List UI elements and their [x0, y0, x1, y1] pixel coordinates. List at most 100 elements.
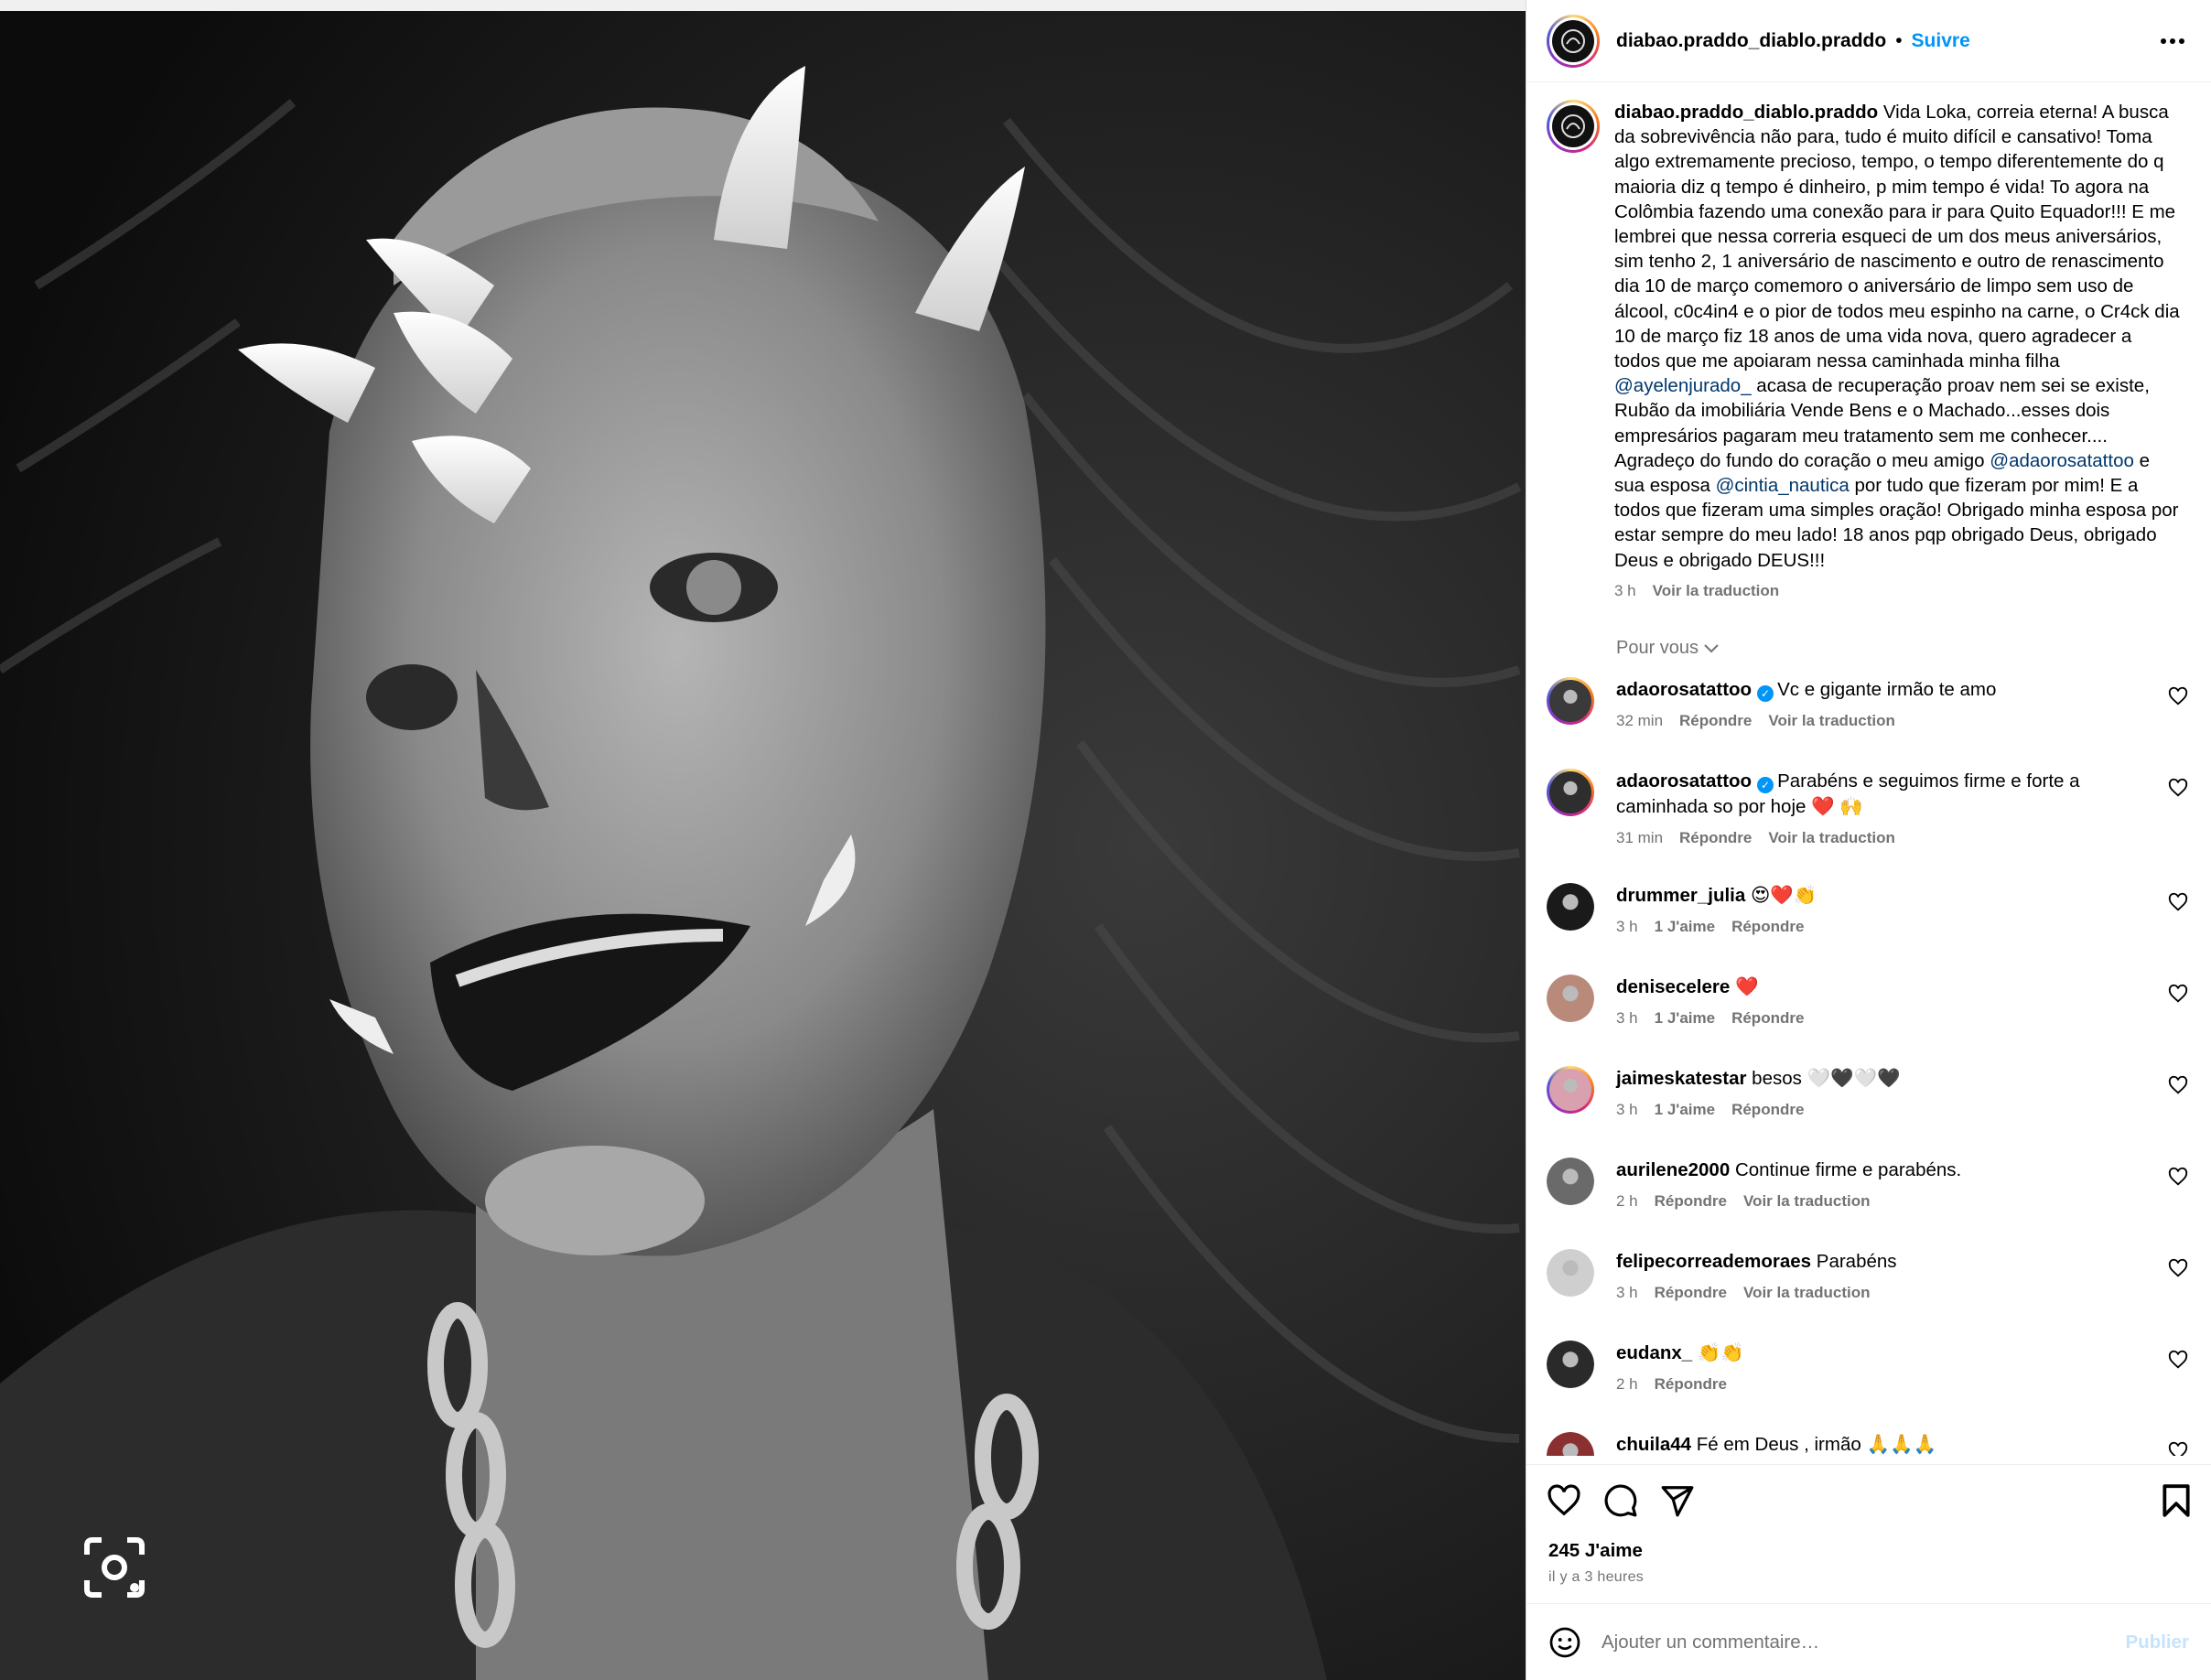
comment-item: felipecorreademoraes Parabéns 3 h Répondre… — [1547, 1249, 2192, 1302]
translate-link[interactable]: Voir la traduction — [1743, 1284, 1871, 1302]
comment-message: Fé em Deus , irmão 🙏🙏🙏 — [1696, 1434, 1937, 1455]
post-media[interactable] — [0, 0, 1526, 1680]
reply-button[interactable]: Répondre — [1655, 1284, 1727, 1302]
comment-sort-dropdown[interactable]: Pour vous — [1616, 638, 1719, 659]
comment-like-heart-icon[interactable] — [2168, 892, 2188, 912]
reply-button[interactable]: Répondre — [1679, 712, 1752, 730]
comment-likes[interactable]: 1 J'aime — [1655, 1009, 1715, 1028]
commenter-username[interactable]: eudanx_ — [1616, 1342, 1692, 1363]
comment-icon[interactable] — [1603, 1483, 1638, 1518]
comment-text: felipecorreademoraes Parabéns — [1616, 1249, 2147, 1275]
author-username[interactable]: diabao.praddo_diablo.praddo — [1616, 30, 1886, 52]
author-avatar[interactable] — [1547, 14, 1600, 68]
caption-time[interactable]: 3 h — [1614, 582, 1636, 600]
post-actions: 245 J'aime il y a 3 heures — [1526, 1464, 2211, 1601]
comment-body: jaimeskatestar besos 🤍🖤🤍🖤 3 h 1 J'aime Répo… — [1616, 1066, 2147, 1119]
commenter-avatar[interactable] — [1547, 769, 1594, 816]
comment-time[interactable]: 3 h — [1616, 1009, 1638, 1028]
commenter-username[interactable]: aurilene2000 — [1616, 1159, 1730, 1180]
commenter-avatar[interactable] — [1547, 1432, 1594, 1456]
comment-meta: 31 min Répondre Voir la traduction — [1616, 829, 2147, 847]
caption-mention[interactable]: @adaorosatattoo — [1990, 450, 2134, 471]
emoji-icon[interactable] — [1548, 1626, 1581, 1659]
commenter-avatar[interactable] — [1547, 1341, 1594, 1388]
comment-like-heart-icon[interactable] — [2168, 686, 2188, 706]
follow-button[interactable]: Suivre — [1912, 30, 1970, 52]
comment-message: ❤️ — [1734, 976, 1759, 997]
reply-button[interactable]: Répondre — [1655, 1192, 1727, 1211]
comment-like-heart-icon[interactable] — [2168, 778, 2188, 798]
translate-link[interactable]: Voir la traduction — [1743, 1192, 1871, 1211]
comment-time[interactable]: 3 h — [1616, 1101, 1638, 1119]
commenter-username[interactable]: adaorosatattoo — [1616, 770, 1752, 792]
comment-message: 😍❤️👏 — [1750, 885, 1817, 906]
comment-time[interactable]: 3 h — [1616, 1284, 1638, 1302]
media-top-strip — [0, 0, 1526, 11]
commenter-avatar-photo — [1549, 680, 1591, 722]
commenter-avatar-photo — [1547, 883, 1594, 931]
comment-time[interactable]: 32 min — [1616, 712, 1663, 730]
comment-input[interactable] — [1602, 1631, 2077, 1653]
comment-time[interactable]: 31 min — [1616, 829, 1663, 847]
comment-message: besos 🤍🖤🤍🖤 — [1752, 1068, 1901, 1089]
comment-like-heart-icon[interactable] — [2168, 1075, 2188, 1095]
caption-translate-link[interactable]: Voir la traduction — [1653, 582, 1780, 600]
translate-link[interactable]: Voir la traduction — [1768, 712, 1895, 730]
comment-time[interactable]: 2 h — [1616, 1375, 1638, 1394]
translate-link[interactable]: Voir la traduction — [1768, 829, 1895, 847]
comment-time[interactable]: 2 h — [1616, 1192, 1638, 1211]
comment-item: adaorosatattoo ✓ Parabéns e seguimos firme… — [1547, 769, 2192, 847]
commenter-username[interactable]: adaorosatattoo — [1616, 679, 1752, 700]
comment-sort-label: Pour vous — [1616, 638, 1699, 658]
reply-button[interactable]: Répondre — [1655, 1375, 1727, 1394]
caption-mention[interactable]: @ayelenjurado_ — [1614, 375, 1752, 396]
commenter-avatar[interactable] — [1547, 1066, 1594, 1114]
comment-body: felipecorreademoraes Parabéns 3 h Répondre… — [1616, 1249, 2147, 1302]
comment-body: chuila44 Fé em Deus , irmão 🙏🙏🙏 — [1616, 1432, 2147, 1456]
commenter-username[interactable]: drummer_julia — [1616, 885, 1745, 906]
caption-author-avatar[interactable] — [1547, 100, 1600, 153]
caption-meta: 3 h Voir la traduction — [1614, 582, 2182, 600]
reply-button[interactable]: Répondre — [1731, 1009, 1804, 1028]
commenter-username[interactable]: felipecorreademoraes — [1616, 1251, 1811, 1272]
image-search-lens-button[interactable] — [75, 1528, 154, 1607]
likes-count[interactable]: 245 J'aime — [1548, 1540, 1643, 1562]
comment-like-heart-icon[interactable] — [2168, 984, 2188, 1004]
comment-meta: 3 h 1 J'aime Répondre — [1616, 1101, 2147, 1119]
reply-button[interactable]: Répondre — [1731, 1101, 1804, 1119]
post-header: diabao.praddo_diablo.praddo • Suivre — [1526, 0, 2211, 82]
commenter-avatar[interactable] — [1547, 883, 1594, 931]
comment-text: jaimeskatestar besos 🤍🖤🤍🖤 — [1616, 1066, 2147, 1092]
comment-like-heart-icon[interactable] — [2168, 1258, 2188, 1278]
comment-like-heart-icon[interactable] — [2168, 1441, 2188, 1456]
more-horizontal-icon — [2161, 38, 2184, 44]
caption-username[interactable]: diabao.praddo_diablo.praddo — [1614, 102, 1878, 123]
bookmark-icon[interactable] — [2160, 1483, 2193, 1518]
comments-scroll-area[interactable]: diabao.praddo_diablo.praddo Vida Loka, c… — [1526, 83, 2211, 1456]
comment-text: denisecelere ❤️ — [1616, 975, 2147, 1000]
comment-message: Vc e gigante irmão te amo — [1777, 679, 1997, 700]
comment-likes[interactable]: 1 J'aime — [1655, 918, 1715, 936]
commenter-avatar-photo — [1547, 1341, 1594, 1388]
commenter-avatar[interactable] — [1547, 677, 1594, 725]
comment-time[interactable]: 3 h — [1616, 918, 1638, 936]
heart-icon[interactable] — [1547, 1483, 1581, 1518]
comment-like-heart-icon[interactable] — [2168, 1350, 2188, 1370]
comment-like-heart-icon[interactable] — [2168, 1167, 2188, 1187]
commenter-avatar[interactable] — [1547, 1158, 1594, 1205]
send-icon[interactable] — [1660, 1483, 1695, 1518]
commenter-avatar[interactable] — [1547, 975, 1594, 1022]
reply-button[interactable]: Répondre — [1731, 918, 1804, 936]
comment-likes[interactable]: 1 J'aime — [1655, 1101, 1715, 1119]
commenter-avatar-photo — [1549, 1069, 1591, 1111]
publish-button[interactable]: Publier — [2126, 1632, 2190, 1653]
commenter-username[interactable]: chuila44 — [1616, 1434, 1691, 1455]
caption-mention[interactable]: @cintia_nautica — [1716, 475, 1850, 496]
more-options-button[interactable] — [2154, 23, 2191, 59]
comment-body: aurilene2000 Continue firme e parabéns. 2… — [1616, 1158, 2147, 1211]
separator-dot: • — [1895, 29, 1903, 51]
commenter-username[interactable]: jaimeskatestar — [1616, 1068, 1746, 1089]
commenter-username[interactable]: denisecelere — [1616, 976, 1730, 997]
reply-button[interactable]: Répondre — [1679, 829, 1752, 847]
commenter-avatar[interactable] — [1547, 1249, 1594, 1297]
